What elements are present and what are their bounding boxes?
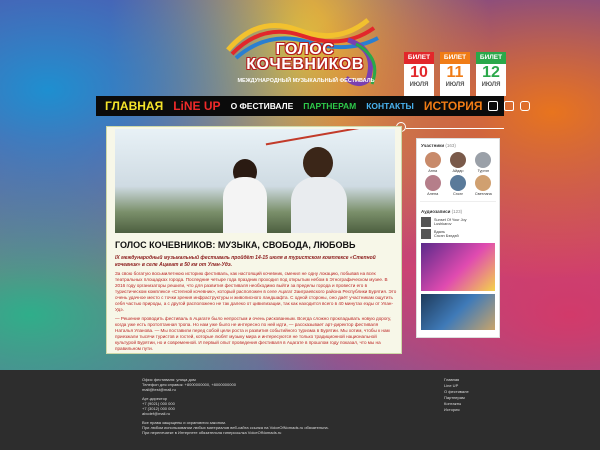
ticket-day: 10	[410, 64, 428, 81]
logo-subtitle: МЕЖДУНАРОДНЫЙ МУЗЫКАЛЬНЫЙ ФЕСТИВАЛЬ	[237, 78, 375, 84]
audio-track[interactable]: Sunset Of Your Joy Lushkarov	[417, 216, 499, 228]
members-header[interactable]: Участники (163)	[417, 139, 499, 150]
sidebar-widget: Участники (163) Анна Айдар Тургэн Алена …	[416, 138, 500, 338]
search-field[interactable]	[396, 120, 506, 134]
member-name: Айдар	[452, 169, 464, 173]
footer-director: Арт-директор +7 (9021) 000 000 +7 (3012)…	[142, 396, 175, 416]
vk-icon[interactable]	[503, 101, 514, 111]
footer: Офис фестиваля: улица дом Телефон для сп…	[0, 370, 600, 450]
ticket-day: 11	[446, 64, 464, 81]
avatar	[424, 152, 441, 168]
nav-history[interactable]: ИСТОРИЯ	[419, 99, 488, 113]
avatar	[449, 175, 466, 191]
ticket-label: БИЛЕТ	[404, 52, 434, 64]
festival-logo[interactable]: ГОЛОС КОЧЕВНИКОВ МЕЖДУНАРОДНЫЙ МУЗЫКАЛЬН…	[218, 10, 388, 90]
sidebar-photo[interactable]	[421, 243, 495, 291]
member-name: Алена	[427, 192, 439, 196]
avatar	[449, 152, 466, 168]
article-paragraph: — Решение проводить фестиваль в Ацагате …	[115, 316, 392, 351]
avatar	[475, 152, 492, 168]
ticket-month: ИЮЛЯ	[445, 82, 465, 88]
ticket-july-12[interactable]: БИЛЕТ 12 ИЮЛЯ	[476, 52, 506, 96]
photo-figure-head	[303, 147, 333, 179]
member-card[interactable]: Анна	[420, 152, 445, 173]
member-name: Анна	[428, 169, 438, 173]
photo-figure	[223, 177, 267, 233]
ticket-label: БИЛЕТ	[440, 52, 470, 64]
ticket-month: ИЮЛЯ	[481, 82, 501, 88]
footer-office: Офис фестиваля: улица дом Телефон для сп…	[142, 377, 236, 392]
main-article: ГОЛОС КОЧЕВНИКОВ: МУЗЫКА, СВОБОДА, ЛЮБОВ…	[106, 126, 402, 354]
footer-legal: Все права защищены и охраняются законом.…	[142, 420, 329, 435]
article-lead: IX международный музыкальный фестиваль п…	[115, 255, 376, 268]
play-icon[interactable]	[421, 217, 431, 227]
member-card[interactable]: Светлана	[471, 175, 496, 196]
nav-partners[interactable]: ПАРТНЕРАМ	[298, 101, 361, 111]
facebook-icon[interactable]	[487, 101, 498, 111]
social-links	[487, 101, 538, 111]
ticket-label: БИЛЕТ	[476, 52, 506, 64]
sidebar-photo[interactable]	[421, 294, 495, 330]
main-nav: ГЛАВНАЯ LiNE UP О ФЕСТИВАЛЕ ПАРТНЕРАМ КО…	[96, 96, 530, 116]
audio-track[interactable]: Вдаль Сэсэн Бэлдэй	[417, 228, 499, 240]
member-card[interactable]: Айдар	[445, 152, 470, 173]
ticket-july-10[interactable]: БИЛЕТ 10 ИЮЛЯ	[404, 52, 434, 96]
nav-home[interactable]: ГЛАВНАЯ	[100, 99, 168, 113]
track-artist: Lushkarov	[434, 222, 452, 226]
ticket-day: 12	[482, 64, 500, 81]
photo-figure	[291, 177, 347, 233]
footer-links: Главная Line UP О фестивале Партнерам Ко…	[444, 377, 469, 413]
member-name: Светлана	[474, 192, 492, 196]
avatar	[424, 175, 441, 191]
member-name: Тургэн	[477, 169, 490, 173]
nav-contacts[interactable]: КОНТАКТЫ	[361, 101, 419, 111]
article-title: ГОЛОС КОЧЕВНИКОВ: МУЗЫКА, СВОБОДА, ЛЮБОВ…	[115, 240, 356, 250]
footer-info: Офис фестиваля: улица дом Телефон для сп…	[142, 377, 442, 435]
instagram-icon[interactable]	[519, 101, 530, 111]
hero-photo	[115, 129, 395, 233]
divider	[420, 201, 496, 202]
member-name: Сэсэг	[453, 192, 463, 196]
ticket-july-11[interactable]: БИЛЕТ 11 ИЮЛЯ	[440, 52, 470, 96]
audio-header[interactable]: Аудиозаписи (123)	[417, 205, 499, 216]
nav-lineup[interactable]: LiNE UP	[168, 99, 225, 113]
avatar	[475, 175, 492, 191]
search-input[interactable]	[406, 128, 504, 129]
footer-link-history[interactable]: История	[444, 407, 469, 413]
play-icon[interactable]	[421, 229, 431, 239]
nav-about[interactable]: О ФЕСТИВАЛЕ	[226, 101, 299, 111]
member-card[interactable]: Сэсэг	[445, 175, 470, 196]
member-card[interactable]: Алена	[420, 175, 445, 196]
members-grid: Анна Айдар Тургэн Алена Сэсэг Светлана	[417, 150, 499, 198]
member-card[interactable]: Тургэн	[471, 152, 496, 173]
ticket-month: ИЮЛЯ	[409, 82, 429, 88]
tickets-group: БИЛЕТ 10 ИЮЛЯ БИЛЕТ 11 ИЮЛЯ БИЛЕТ 12 ИЮЛ…	[404, 52, 506, 96]
article-paragraph: За свою богатую восьмилетнюю историю фес…	[115, 271, 397, 312]
kite-string	[265, 129, 385, 146]
logo-title: ГОЛОС КОЧЕВНИКОВ	[246, 41, 364, 73]
article-body: За свою богатую восьмилетнюю историю фес…	[115, 271, 397, 352]
track-artist: Сэсэн Бэлдэй	[434, 234, 459, 238]
